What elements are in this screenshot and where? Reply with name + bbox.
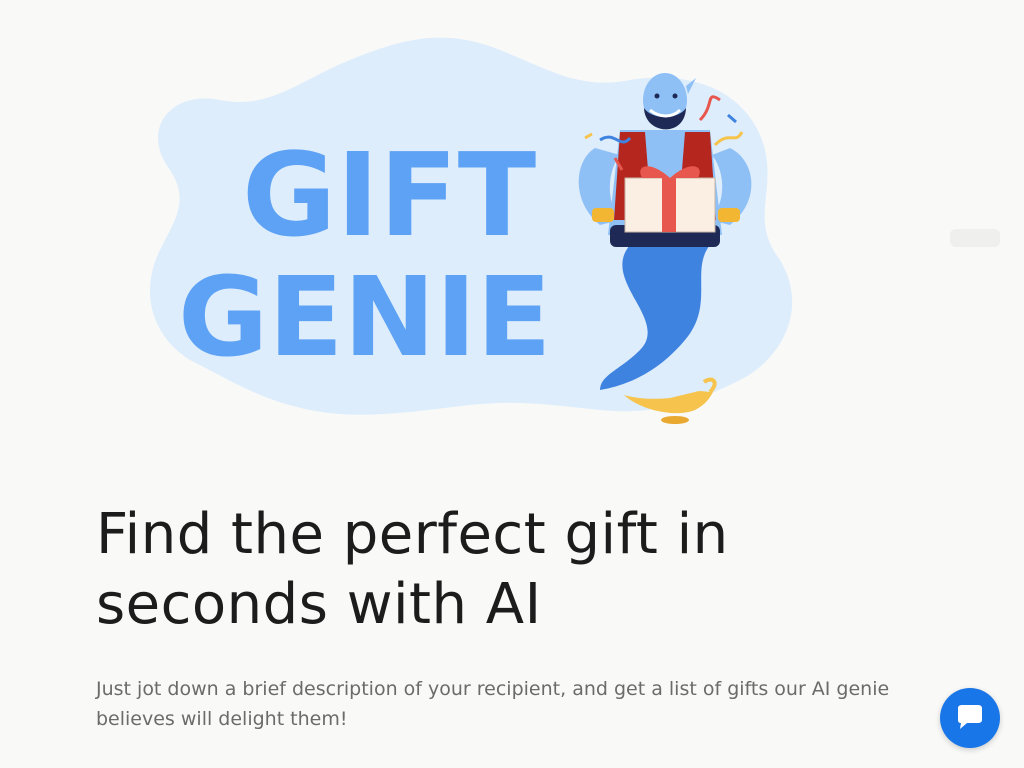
- page-subtext: Just jot down a brief description of you…: [96, 678, 890, 730]
- logo-word-gift: GIFT: [242, 129, 536, 263]
- chat-launcher-button[interactable]: [940, 688, 1000, 748]
- landing-page: GIFT GENIE Find the perfect gift in seco…: [0, 0, 1024, 768]
- page-headline: Find the perfect gift in seconds with AI: [96, 502, 729, 637]
- gift-genie-hero-illustration: GIFT GENIE: [130, 20, 810, 440]
- logo-word-genie: GENIE: [178, 253, 552, 381]
- side-placeholder-pill: [950, 229, 1000, 247]
- chat-bubble-icon: [958, 705, 982, 729]
- logo-line-1: GIFT: [242, 129, 536, 263]
- logo-line-2: GENIE: [178, 253, 552, 381]
